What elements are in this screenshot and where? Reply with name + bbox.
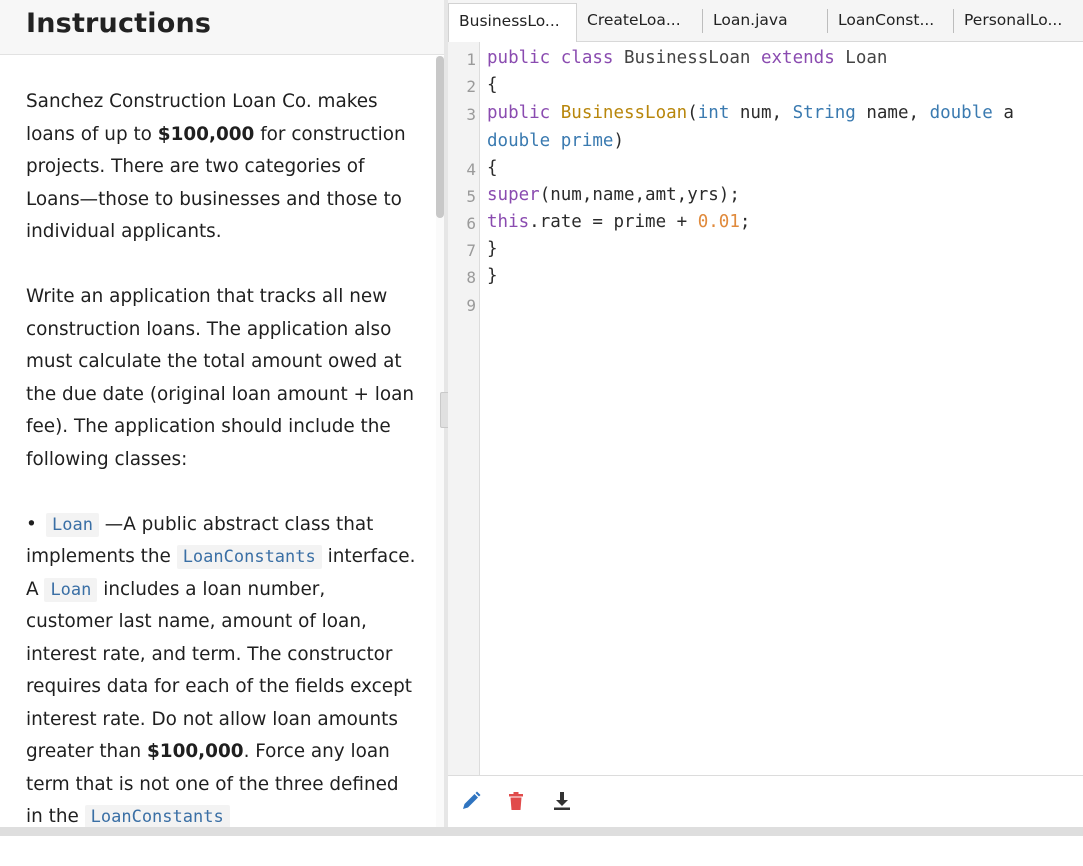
keyword: public [487,103,551,123]
code-chip-loan-2: Loan [44,577,98,602]
code-line-3[interactable]: public BusinessLoan(int num, String name… [487,103,1014,123]
bullet-text-3: includes a loan number, customer last na… [26,578,412,763]
bullet-amount: $100,000 [147,741,244,762]
code-line-8[interactable]: } [487,266,498,286]
paragraph-intro: Sanchez Construction Loan Co. makes loan… [26,86,416,249]
paragraph-requirements: Write an application that tracks all new… [26,286,415,470]
download-icon[interactable] [551,790,573,812]
code-line-3-wrap[interactable]: double prime) [487,131,624,151]
code-line-6[interactable]: this.rate = prime + 0.01; [487,212,750,232]
type: int [697,103,730,123]
code-line-4[interactable]: { [487,158,498,178]
keyword: super [487,185,540,205]
keyword: class [560,48,614,68]
line-number: 7 [466,241,476,260]
instructions-title: Instructions [26,8,212,39]
instructions-body: Sanchez Construction Loan Co. makes loan… [26,86,416,866]
keyword: public [487,48,551,68]
code-chip-loanconstants: LoanConstants [176,545,322,569]
param: name, [855,103,930,123]
param: a [992,103,1014,123]
expression: .rate = prime + [529,212,698,232]
code-line-2[interactable]: { [487,75,498,95]
base-class: Loan [845,48,888,68]
line-number: 3 [466,105,476,124]
tab-createloan[interactable]: CreateLoa... [577,3,702,42]
code-line-1[interactable]: public class BusinessLoan extends Loan [487,48,887,68]
semicolon: ; [739,212,751,232]
type: double [487,131,551,151]
keyword: this [487,212,530,232]
line-number: 1 [466,50,476,69]
line-number: 6 [466,214,476,233]
code-chip-loanconstants-2: LoanConstants [84,805,230,829]
code-editor-panel: BusinessLo... CreateLoa... Loan.java Loa… [448,0,1083,836]
line-number: 8 [466,268,476,287]
keyword: extends [760,48,835,68]
param: num, [729,103,793,123]
instructions-header: Instructions [0,0,444,55]
tab-personalloan[interactable]: PersonalLo... [954,3,1083,42]
code-chip-loan: Loan [46,512,99,537]
pencil-icon[interactable] [460,790,482,812]
line-number: 4 [466,160,476,179]
bullet-loan-class: • Loan —A public abstract class that impl… [26,509,416,834]
file-tab-bar: BusinessLo... CreateLoa... Loan.java Loa… [448,0,1083,42]
paren: ) [613,131,624,151]
trash-icon[interactable] [505,790,527,812]
instructions-panel: Instructions Sanchez Construction Loan C… [0,0,444,836]
call-args: (num,name,amt,yrs); [539,185,740,205]
code-line-7[interactable]: } [487,239,498,259]
editor-toolbar [448,775,1083,827]
intro-amount: $100,000 [157,123,255,145]
type: double [929,103,993,123]
number-literal: 0.01 [697,212,740,232]
class-name: BusinessLoan [624,48,751,68]
tab-businessloan[interactable]: BusinessLo... [448,3,577,42]
line-number: 9 [466,296,476,315]
window-bottom-edge [0,827,1083,836]
tab-loan-java[interactable]: Loan.java [703,3,827,42]
type: String [792,103,856,123]
tab-loanconstants[interactable]: LoanConst... [828,3,953,42]
line-number: 5 [466,187,476,206]
code-line-5[interactable]: super(num,name,amt,yrs); [487,185,740,205]
param: prime [550,131,614,151]
constructor-name: BusinessLoan [560,103,688,123]
line-number-gutter: 1 2 3 4 5 6 7 8 9 [448,42,480,775]
paren: ( [687,103,698,123]
line-number: 2 [466,77,476,96]
instructions-scrollbar-thumb[interactable] [436,56,444,218]
bullet-glyph: • [26,513,37,535]
